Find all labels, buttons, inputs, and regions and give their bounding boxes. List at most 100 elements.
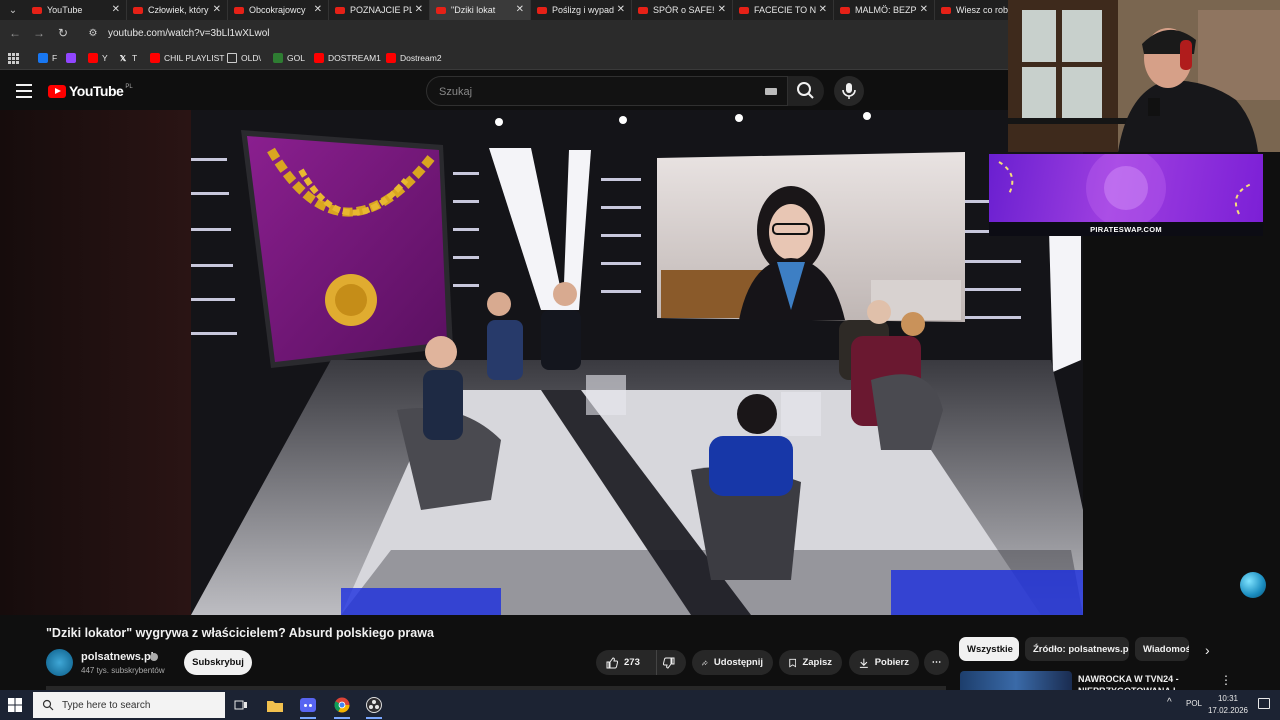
- search-input[interactable]: [437, 83, 737, 101]
- task-view-icon[interactable]: [231, 695, 251, 715]
- bookmark-item[interactable]: Y: [88, 50, 108, 66]
- reload-button[interactable]: ↻: [54, 24, 72, 42]
- youtube-wordmark: YouTube: [69, 83, 124, 99]
- browser-tab[interactable]: FACECIE TO NI ✕: [733, 0, 834, 20]
- chrome-icon[interactable]: [332, 695, 352, 719]
- bookmark-label: CHIL PLAYLIST: [164, 53, 225, 63]
- browser-tab[interactable]: "Dziki lokat ✕: [430, 0, 531, 20]
- youtube-favicon-icon: [436, 6, 446, 14]
- tab-label: POZNAJCIE PL: [350, 5, 412, 15]
- taskbar-search[interactable]: Type here to search: [33, 692, 225, 718]
- save-button[interactable]: Zapisz: [779, 650, 842, 675]
- banner-text: PIRATESWAP.COM: [1090, 224, 1162, 234]
- browser-tab[interactable]: YouTube ✕: [26, 0, 127, 20]
- thumbs-up-icon: [606, 656, 618, 668]
- url-text: youtube.com/watch?v=3bLl1wXLwol: [108, 27, 270, 39]
- youtube-header: YouTube PL: [0, 72, 1010, 110]
- tab-close-icon[interactable]: ✕: [819, 4, 827, 15]
- browser-tab[interactable]: MALMÖ: BEZP ✕: [834, 0, 935, 20]
- filter-chip[interactable]: Wszystkie: [959, 637, 1019, 661]
- bookmark-label: T: [132, 53, 138, 63]
- chevron-right-icon[interactable]: ›: [1205, 642, 1210, 658]
- tab-close-icon[interactable]: ✕: [617, 4, 625, 15]
- tab-close-icon[interactable]: ✕: [213, 4, 221, 15]
- url-field[interactable]: ⚙ youtube.com/watch?v=3bLl1wXLwol: [80, 23, 1080, 43]
- tab-close-icon[interactable]: ✕: [314, 4, 322, 15]
- like-button[interactable]: 273: [596, 650, 656, 675]
- bookmark-item[interactable]: CHIL PLAYLIST: [150, 50, 224, 66]
- search-button[interactable]: [788, 76, 824, 106]
- dislike-button[interactable]: [656, 650, 686, 675]
- recommendation-menu-icon[interactable]: ⋮: [1220, 673, 1232, 687]
- bookmark-label: GOL: [287, 53, 305, 63]
- discord-icon[interactable]: [298, 695, 318, 719]
- share-label: Udostępnij: [713, 657, 763, 668]
- tab-close-icon[interactable]: ✕: [415, 4, 423, 15]
- apps-grid-icon[interactable]: [8, 50, 19, 66]
- browser-tab[interactable]: SPÓR o SAFE! ✕: [632, 0, 733, 20]
- download-label: Pobierz: [874, 657, 909, 668]
- channel-name[interactable]: polsatnews.pl: [81, 651, 154, 663]
- share-button[interactable]: Udostępnij: [692, 650, 773, 675]
- subscriber-count: 447 tys. subskrybentów: [81, 666, 165, 675]
- tab-close-icon[interactable]: ✕: [516, 4, 524, 15]
- windows-taskbar: Type here to search ^ POL 10:31 17.02.20…: [0, 690, 1280, 720]
- file-explorer-icon[interactable]: [265, 695, 285, 715]
- channel-avatar[interactable]: [46, 649, 73, 676]
- region-code: PL: [125, 84, 133, 90]
- site-info-icon[interactable]: ⚙: [86, 26, 100, 40]
- tab-search-icon[interactable]: ⌄: [0, 0, 26, 20]
- input-language[interactable]: POL: [1186, 699, 1202, 708]
- more-actions-button[interactable]: ⋯: [924, 650, 949, 675]
- forward-button[interactable]: →: [30, 24, 48, 42]
- youtube-favicon-icon: [335, 6, 345, 14]
- notifications-icon[interactable]: [1258, 698, 1270, 709]
- tab-label: "Dziki lokat: [451, 5, 496, 15]
- bookmark-item[interactable]: Dostream2: [386, 50, 442, 66]
- bookmark-label: DOSTREAM1: [328, 53, 381, 63]
- tab-close-icon[interactable]: ✕: [112, 4, 120, 15]
- obs-icon[interactable]: [364, 695, 384, 719]
- tab-label: Obcokrajowcy: [249, 5, 306, 15]
- bookmark-item[interactable]: DOSTREAM1: [314, 50, 381, 66]
- verified-check-icon: [150, 653, 158, 661]
- youtube-icon: [314, 53, 324, 63]
- browser-tab[interactable]: Obcokrajowcy ✕: [228, 0, 329, 20]
- clock-date[interactable]: 17.02.2026: [1206, 706, 1250, 715]
- bookmark-item[interactable]: [66, 50, 80, 66]
- windows-start-icon[interactable]: [8, 698, 22, 712]
- filter-chip[interactable]: Wiadomości: [1135, 637, 1189, 661]
- bookmark-label: Dostream2: [400, 53, 442, 63]
- taskbar-search-placeholder: Type here to search: [62, 699, 151, 711]
- browser-tab[interactable]: Człowiek, który ✕: [127, 0, 228, 20]
- tray-overflow-icon[interactable]: ^: [1167, 697, 1172, 708]
- bookmark-label: Y: [102, 53, 108, 63]
- browser-tab[interactable]: Poślizg i wypad ✕: [531, 0, 632, 20]
- x-icon: 𝕏: [119, 53, 127, 63]
- bookmark-item[interactable]: OLD\: [227, 50, 261, 66]
- tab-close-icon[interactable]: ✕: [920, 4, 928, 15]
- filter-chip[interactable]: Źródło: polsatnews.pl: [1025, 637, 1129, 661]
- download-button[interactable]: Pobierz: [849, 650, 919, 675]
- tab-label: FACECIE TO NI: [754, 5, 816, 15]
- subscribe-button[interactable]: Subskrybuj: [184, 650, 252, 675]
- menu-icon[interactable]: [16, 84, 32, 98]
- voice-search-button[interactable]: [834, 76, 864, 106]
- bookmark-item[interactable]: F: [38, 50, 57, 66]
- video-player[interactable]: [191, 110, 1083, 615]
- browser-tab[interactable]: POZNAJCIE PL ✕: [329, 0, 430, 20]
- clock-time[interactable]: 10:31: [1206, 694, 1250, 703]
- youtube-icon: [386, 53, 396, 63]
- tab-close-icon[interactable]: ✕: [718, 4, 726, 15]
- globe-logo-icon: [1240, 572, 1266, 598]
- bookmark-item[interactable]: 𝕏T: [118, 50, 137, 66]
- youtube-logo[interactable]: YouTube PL: [48, 83, 133, 99]
- bookmark-item[interactable]: GOL: [273, 50, 305, 66]
- video-info-panel: "Dziki lokator" wygrywa z właścicielem? …: [0, 615, 1280, 696]
- microphone-icon: [842, 83, 856, 99]
- back-button[interactable]: ←: [6, 24, 24, 42]
- banner-art: [998, 154, 1252, 228]
- keyboard-icon[interactable]: [765, 88, 777, 95]
- recommendation-thumbnail[interactable]: [960, 671, 1072, 691]
- tab-label: YouTube: [47, 5, 83, 15]
